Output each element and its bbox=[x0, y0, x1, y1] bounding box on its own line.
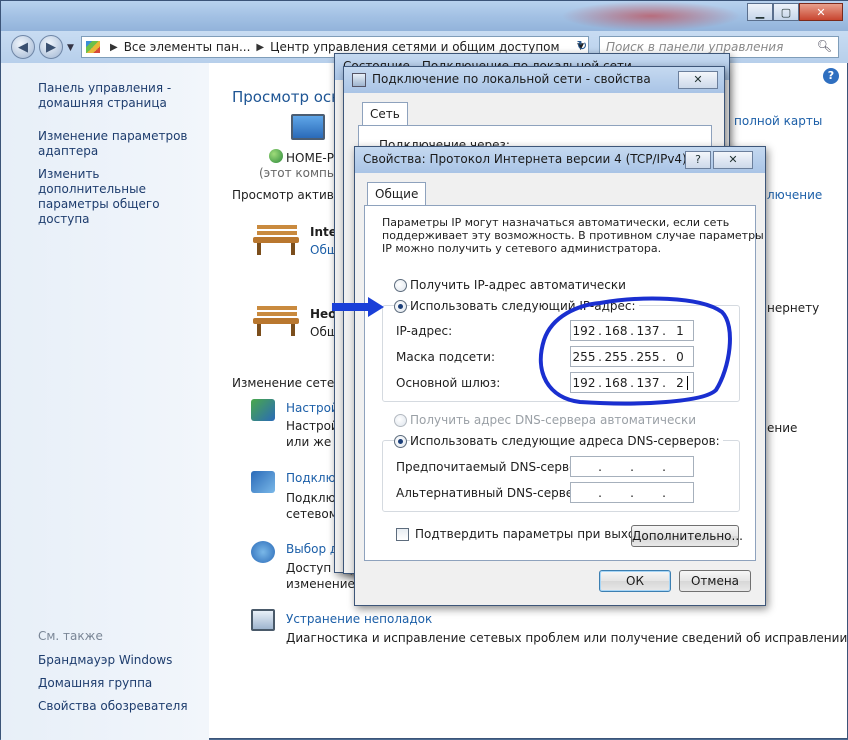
auto-ip-label[interactable]: Получить IP-адрес автоматически bbox=[410, 278, 626, 292]
auto-dns-label[interactable]: Получить адрес DNS-сервера автоматически bbox=[410, 413, 696, 427]
forward-arrow-icon: ▶ bbox=[46, 39, 56, 55]
see-also-firewall[interactable]: Брандмауэр Windows bbox=[38, 653, 206, 668]
tab-general[interactable]: Общие bbox=[367, 182, 427, 206]
see-also-homegroup[interactable]: Домашняя группа bbox=[38, 676, 206, 691]
ipv4-properties-dialog: Свойства: Протокол Интернета версии 4 (T… bbox=[354, 146, 766, 606]
mask-octet: 255 bbox=[604, 349, 628, 364]
mask-octet: 255 bbox=[572, 349, 596, 364]
manual-ip-label[interactable]: Использовать следующий IP-адрес: bbox=[410, 299, 639, 313]
text-cursor bbox=[687, 375, 688, 390]
back-button[interactable]: ◀ bbox=[11, 35, 35, 59]
task-setup-desc1: Настрой bbox=[286, 419, 339, 433]
network2-access-type: нернету bbox=[767, 301, 820, 315]
task-connect-desc1: Подклю bbox=[286, 491, 336, 505]
manual-ip-radio[interactable] bbox=[394, 300, 407, 313]
alternate-dns-input[interactable]: . . . bbox=[570, 482, 694, 503]
search-placeholder: Поиск в панели управления bbox=[606, 40, 784, 54]
network-globe-icon bbox=[269, 149, 283, 163]
ip-octet: 192 bbox=[572, 323, 596, 338]
search-icon[interactable]: 🔍︎ bbox=[817, 39, 832, 53]
mask-octet: 0 bbox=[676, 349, 684, 364]
task-troubleshoot-desc: Диагностика и исправление сетевых пробле… bbox=[286, 631, 848, 645]
see-also-internet-options[interactable]: Свойства обозревателя bbox=[38, 699, 206, 714]
change-settings-heading: Изменение сетевы bbox=[232, 376, 351, 390]
ipv4-description-line: Параметры IP могут назначаться автоматич… bbox=[382, 216, 730, 229]
tab-network[interactable]: Сеть bbox=[362, 102, 408, 126]
close-window-button[interactable]: ✕ bbox=[799, 3, 843, 21]
breadcrumb-item-all-items[interactable]: Все элементы пан... bbox=[124, 40, 251, 54]
ip-address-input[interactable]: 192. 168. 137. 1 bbox=[570, 320, 694, 341]
task-troubleshoot-link[interactable]: Устранение неполадок bbox=[286, 612, 432, 626]
advanced-button[interactable]: Дополнительно... bbox=[631, 525, 743, 547]
validate-on-exit-checkbox[interactable] bbox=[396, 528, 409, 541]
history-dropdown-icon[interactable]: ▼ bbox=[67, 43, 74, 53]
page-title: Просмотр осно bbox=[232, 88, 351, 106]
cancel-button[interactable]: Отмена bbox=[679, 570, 751, 592]
properties-dialog-title: Подключение по локальной сети - свойства bbox=[344, 67, 724, 93]
ipv4-description: Параметры IP могут назначаться автоматич… bbox=[382, 216, 764, 255]
sidebar-item-home[interactable]: Панель управления - домашняя страница bbox=[38, 81, 206, 111]
full-map-link[interactable]: полной карты bbox=[734, 114, 822, 128]
subnet-mask-label: Маска подсети: bbox=[396, 350, 496, 364]
window-titlebar: ▁ ▢ ✕ bbox=[1, 1, 848, 31]
window-caption-buttons: ▁ ▢ ✕ bbox=[747, 3, 843, 21]
gateway-label: Основной шлюз: bbox=[396, 376, 501, 390]
mask-octet: 255 bbox=[636, 349, 660, 364]
network-bench-icon bbox=[251, 304, 301, 338]
maximize-button[interactable]: ▢ bbox=[773, 3, 799, 21]
breadcrumb-separator-icon: ▶ bbox=[256, 41, 265, 53]
subnet-mask-input[interactable]: 255. 255. 255. 0 bbox=[570, 346, 694, 367]
connect-disconnect-link[interactable]: лючение bbox=[767, 188, 822, 202]
ipv4-description-line: IP можно получить у сетевого администрат… bbox=[382, 242, 662, 255]
breadcrumb-separator-icon: ▶ bbox=[110, 41, 118, 53]
ip-octet: 168 bbox=[604, 323, 628, 338]
setup-connection-icon bbox=[251, 399, 275, 421]
gateway-octet: 168 bbox=[604, 375, 628, 390]
gateway-input[interactable]: 192. 168. 137. 2 bbox=[570, 372, 694, 393]
auto-ip-radio[interactable] bbox=[394, 279, 407, 292]
network-adapter-icon bbox=[352, 73, 366, 87]
ip-address-label: IP-адрес: bbox=[396, 324, 453, 338]
left-panel: Панель управления - домашняя страница Из… bbox=[1, 63, 209, 740]
network-bench-icon bbox=[251, 223, 301, 257]
forward-button[interactable]: ▶ bbox=[39, 35, 63, 59]
gateway-octet: 137 bbox=[636, 375, 660, 390]
titlebar-glow bbox=[561, 1, 741, 31]
minimize-button[interactable]: ▁ bbox=[747, 3, 773, 21]
ip-octet: 1 bbox=[676, 323, 684, 338]
gateway-octet: 2 bbox=[676, 375, 684, 390]
ipv4-description-line: поддерживает эту возможность. В противно… bbox=[382, 229, 764, 242]
see-also-title: См. также bbox=[38, 629, 103, 643]
properties-dialog-title-text: Подключение по локальной сети - свойства bbox=[372, 72, 651, 86]
preferred-dns-label: Предпочитаемый DNS-сервер: bbox=[396, 460, 589, 474]
breadcrumb-item-network-center[interactable]: Центр управления сетями и общим доступом bbox=[270, 40, 559, 54]
general-tab-panel: Параметры IP могут назначаться автоматич… bbox=[364, 205, 764, 561]
manual-dns-radio[interactable] bbox=[394, 435, 407, 448]
connect-network-icon bbox=[251, 471, 275, 493]
task-connect-link[interactable]: Подклю bbox=[286, 471, 336, 485]
ok-button[interactable]: ОК bbox=[599, 570, 671, 592]
back-arrow-icon: ◀ bbox=[18, 39, 28, 55]
task-setup-link[interactable]: Настрой bbox=[286, 401, 339, 415]
ipv4-help-button[interactable]: ? bbox=[685, 151, 711, 169]
properties-close-button[interactable]: ✕ bbox=[678, 71, 718, 89]
ipv4-close-button[interactable]: ✕ bbox=[713, 151, 753, 169]
ip-octet: 137 bbox=[636, 323, 660, 338]
alternate-dns-label: Альтернативный DNS-сервер: bbox=[396, 486, 585, 500]
homegroup-icon bbox=[251, 541, 275, 563]
control-panel-icon bbox=[86, 41, 100, 53]
gateway-octet: 192 bbox=[572, 375, 596, 390]
computer-icon bbox=[291, 114, 325, 140]
validate-on-exit-label[interactable]: Подтвердить параметры при выходе bbox=[415, 527, 651, 541]
manual-dns-label[interactable]: Использовать следующие адреса DNS-сервер… bbox=[410, 434, 723, 448]
troubleshoot-icon bbox=[251, 609, 275, 631]
sidebar-item-sharing-settings[interactable]: Изменить дополнительные параметры общего… bbox=[38, 167, 206, 227]
help-icon[interactable]: ? bbox=[823, 68, 839, 84]
auto-dns-radio[interactable] bbox=[394, 414, 407, 427]
task-setup-right-text: ение bbox=[767, 421, 798, 435]
sidebar-item-adapter-settings[interactable]: Изменение параметров адаптера bbox=[38, 129, 206, 159]
preferred-dns-input[interactable]: . . . bbox=[570, 456, 694, 477]
